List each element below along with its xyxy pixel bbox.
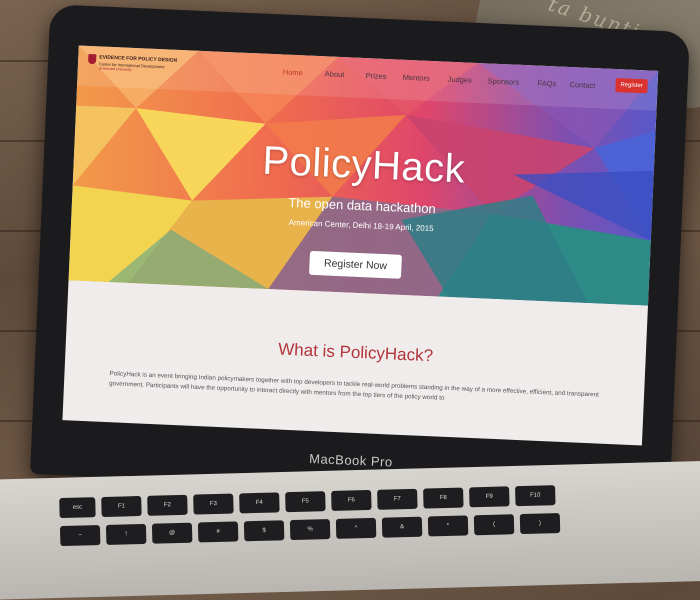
nav-prizes[interactable]: Prizes	[366, 71, 387, 81]
nav-register-button[interactable]: Register	[615, 77, 648, 94]
nav-about[interactable]: About	[325, 69, 345, 79]
key-f6[interactable]: F6	[331, 489, 372, 511]
key-4[interactable]: $	[243, 520, 285, 542]
key-3[interactable]: #	[197, 521, 239, 543]
key-f1[interactable]: F1	[101, 495, 142, 518]
key-f4[interactable]: F4	[239, 492, 280, 514]
key-f7[interactable]: F7	[377, 488, 418, 510]
key-esc[interactable]: esc	[59, 497, 96, 519]
key-f8[interactable]: F8	[423, 487, 464, 509]
key-f5[interactable]: F5	[285, 491, 326, 513]
nav-mentors[interactable]: Mentors	[403, 73, 430, 83]
key-8[interactable]: *	[427, 515, 469, 537]
key-0[interactable]: )	[519, 513, 561, 535]
key-9[interactable]: (	[473, 514, 515, 536]
about-paragraph: PolicyHack is an event bringing Indian p…	[108, 370, 599, 402]
nav-judges[interactable]: Judges	[447, 75, 472, 85]
nav-faqs[interactable]: FAQs	[537, 79, 556, 89]
register-now-button[interactable]: Register Now	[309, 250, 402, 279]
site-logo[interactable]: EVIDENCE FOR POLICY DESIGN Center for In…	[87, 53, 183, 82]
key-7[interactable]: &	[381, 516, 423, 538]
key-2[interactable]: @	[151, 522, 193, 544]
key-f2[interactable]: F2	[147, 494, 188, 516]
key-f3[interactable]: F3	[193, 493, 234, 515]
harvard-shield-icon	[87, 53, 97, 65]
key-6[interactable]: ^	[335, 517, 377, 539]
section-title: What is PolicyHack?	[277, 339, 434, 366]
nav-contact[interactable]: Contact	[569, 80, 595, 90]
screen: EVIDENCE FOR POLICY DESIGN Center for In…	[62, 45, 659, 446]
key-1[interactable]: !	[105, 523, 147, 545]
logo-subtitle-2: at Harvard University	[98, 66, 132, 72]
nav-sponsors[interactable]: Sponsors	[487, 76, 519, 86]
key-tilde[interactable]: ~	[59, 525, 101, 547]
key-f9[interactable]: F9	[469, 486, 510, 508]
key-5[interactable]: %	[289, 519, 331, 541]
nav-home[interactable]: Home	[283, 67, 303, 77]
laptop: EVIDENCE FOR POLICY DESIGN Center for In…	[30, 4, 690, 502]
key-f10[interactable]: F10	[515, 485, 556, 507]
